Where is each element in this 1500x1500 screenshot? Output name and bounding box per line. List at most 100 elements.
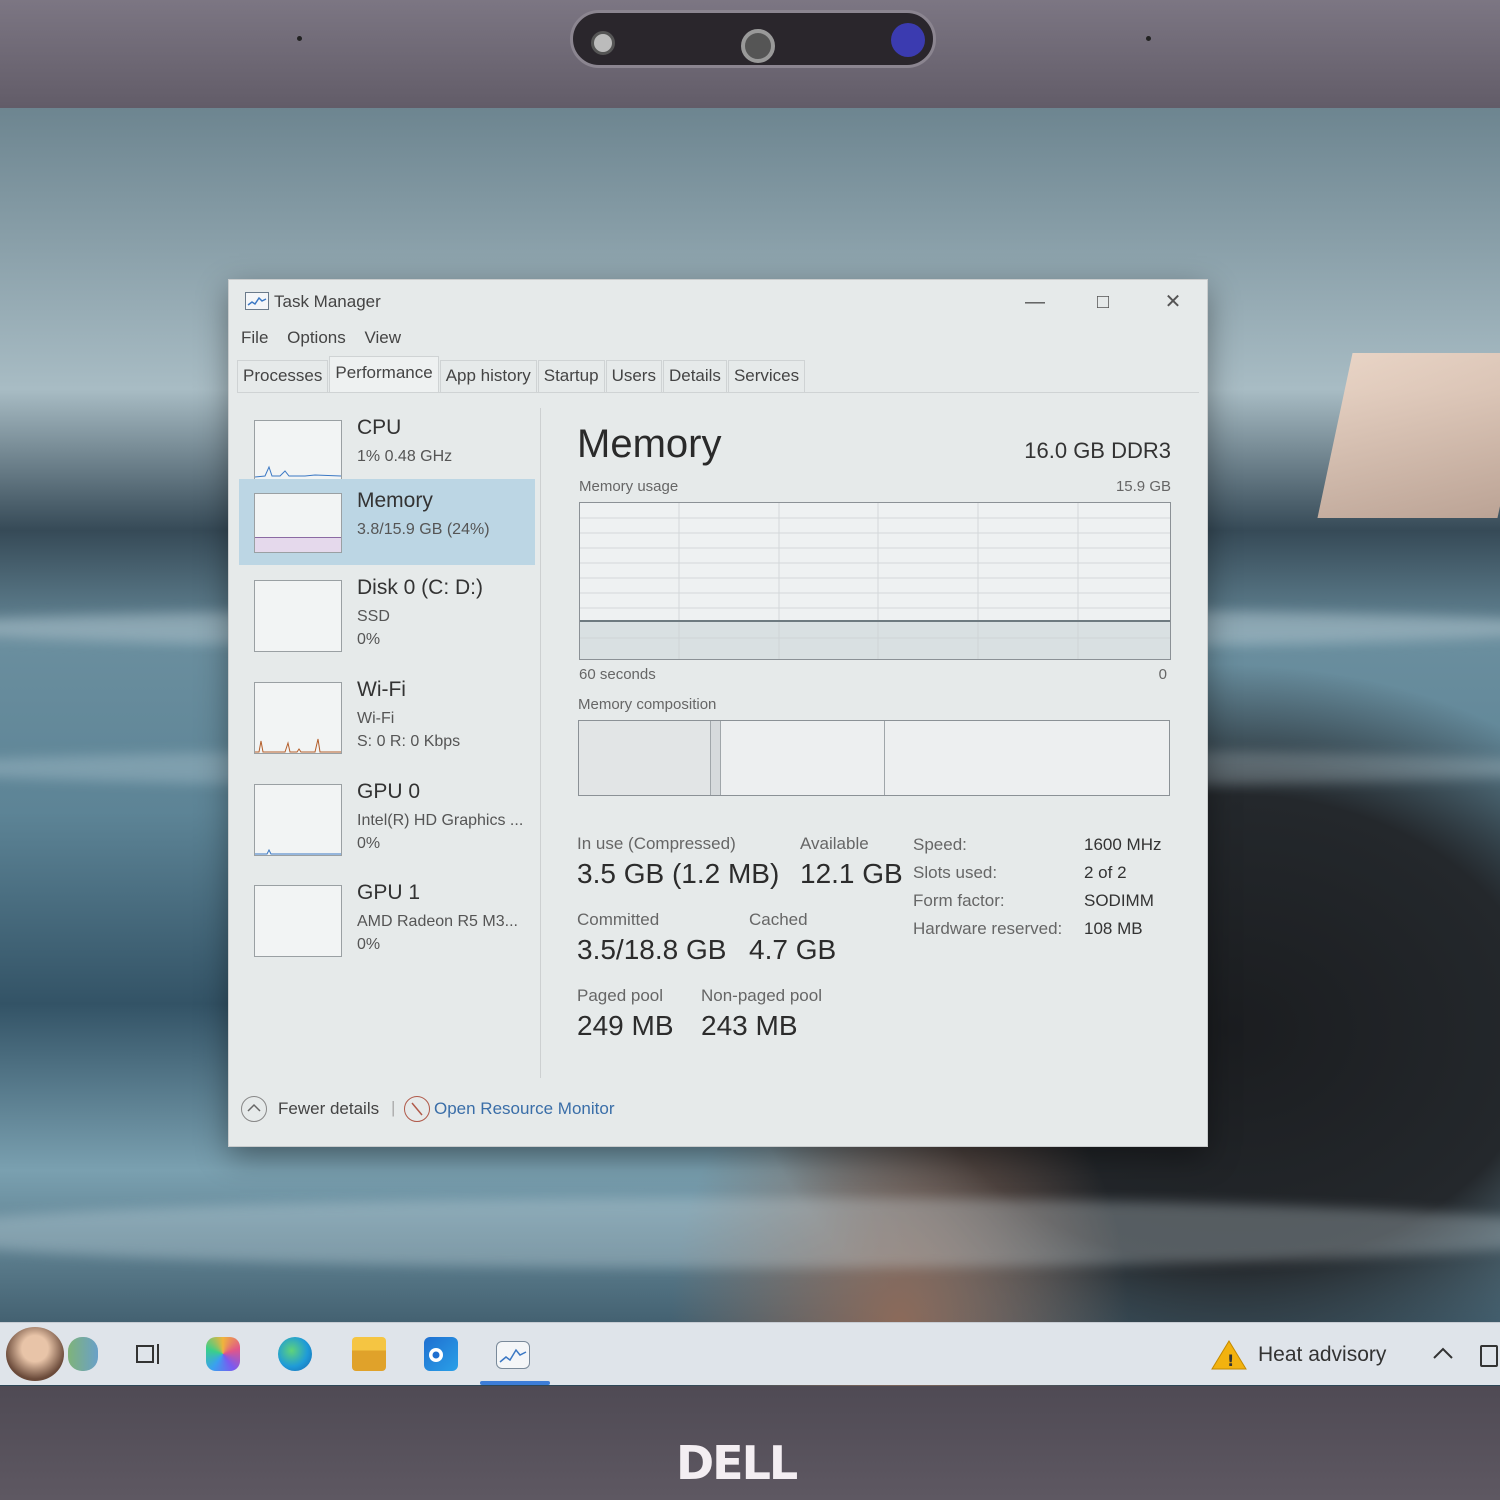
slots-value: 2 of 2 [1084, 863, 1127, 882]
tab-details[interactable]: Details [662, 360, 727, 392]
sidebar-item-label: Disk 0 (C: D:) [357, 576, 483, 599]
gpu1-thumbnail-graph [254, 885, 342, 957]
svg-text:!: ! [1227, 1351, 1234, 1370]
file-explorer-icon[interactable] [352, 1337, 386, 1371]
cpu-thumbnail-graph [254, 420, 342, 480]
sidebar-item-detail: 1% 0.48 GHz [357, 448, 453, 465]
resource-monitor-icon [404, 1096, 430, 1122]
memory-composition-bar [578, 720, 1170, 796]
composition-modified [711, 721, 721, 795]
speed-value: 1600 MHz [1084, 835, 1162, 854]
tab-services[interactable]: Services [727, 360, 806, 392]
weather-widget[interactable]: ! Heat advisory [1210, 1333, 1410, 1377]
tab-performance[interactable]: Performance [329, 356, 439, 392]
minimize-button[interactable]: — [1013, 286, 1057, 318]
task-view-icon[interactable] [132, 1337, 166, 1371]
page-title: Memory [577, 422, 722, 466]
sidebar-item-label: GPU 1 [357, 881, 421, 904]
title-bar[interactable]: Task Manager — □ ✕ [229, 280, 1207, 324]
sidebar-item-detail: Intel(R) HD Graphics ... [357, 812, 524, 829]
webcam-bar [570, 10, 936, 68]
bezel-dot [1146, 36, 1151, 41]
composition-standby [721, 721, 885, 795]
graph-time-left: 60 seconds [579, 666, 656, 683]
memory-usage-label: Memory usage [579, 478, 679, 495]
taskbar: ! Heat advisory [0, 1322, 1500, 1385]
camera-indicator-icon [891, 23, 925, 57]
cached-value: 4.7 GB [749, 934, 837, 965]
sidebar-item-throughput: S: 0 R: 0 Kbps [357, 733, 461, 750]
sidebar-item-label: GPU 0 [357, 780, 421, 803]
memory-spec: 16.0 GB DDR3 [1024, 438, 1171, 463]
speed-key: Speed: [913, 835, 967, 854]
non-paged-pool-value: 243 MB [701, 1010, 798, 1041]
fewer-details-label: Fewer details [278, 1099, 380, 1118]
paged-pool-label: Paged pool [577, 986, 664, 1005]
maximize-button[interactable]: □ [1081, 286, 1125, 318]
battery-icon[interactable] [1480, 1345, 1498, 1367]
task-manager-icon[interactable] [496, 1341, 530, 1369]
graph-time-right: 0 [1158, 666, 1167, 683]
sidebar-item-label: Wi-Fi [357, 678, 406, 701]
warning-icon: ! [1211, 1340, 1247, 1370]
window-title: Task Manager [274, 292, 381, 311]
in-use-label: In use (Compressed) [577, 834, 736, 853]
sidebar-item-memory[interactable]: Memory 3.8/15.9 GB (24%) [239, 479, 535, 565]
active-app-indicator [480, 1381, 550, 1385]
committed-value: 3.5/18.8 GB [577, 934, 727, 965]
sidebar-item-detail: AMD Radeon R5 M3... [357, 913, 518, 930]
committed-label: Committed [577, 910, 660, 929]
copilot-icon[interactable] [206, 1337, 240, 1371]
tab-users[interactable]: Users [605, 360, 662, 392]
open-resource-monitor-link[interactable]: Open Resource Monitor [404, 1096, 634, 1124]
sidebar-item-wifi[interactable]: Wi-Fi Wi-Fi S: 0 R: 0 Kbps [239, 668, 535, 754]
menu-file[interactable]: File [241, 328, 268, 347]
memory-thumbnail-fill [255, 537, 341, 552]
composition-in-use [579, 721, 711, 795]
form-factor-key: Form factor: [913, 891, 1005, 910]
widgets-icon[interactable] [68, 1337, 98, 1371]
sidebar-item-percent: 0% [357, 631, 381, 648]
bezel-dot [297, 36, 302, 41]
close-button[interactable]: ✕ [1151, 286, 1195, 318]
screen-glare [1317, 353, 1500, 518]
widgets-icon[interactable] [6, 1327, 64, 1381]
menu-bar: File Options View [241, 328, 415, 352]
wifi-thumbnail-graph [254, 682, 342, 754]
camera-sensor-icon [591, 31, 615, 55]
available-label: Available [800, 834, 869, 853]
sidebar-item-label: Memory [357, 489, 433, 512]
sidebar-item-gpu-0[interactable]: GPU 0 Intel(R) HD Graphics ... 0% [239, 770, 535, 856]
outlook-icon[interactable] [424, 1337, 458, 1371]
desktop-screen: Task Manager — □ ✕ File Options View Pro… [0, 108, 1500, 1388]
sidebar-item-percent: 0% [357, 835, 381, 852]
slots-key: Slots used: [913, 863, 998, 882]
tab-processes[interactable]: Processes [237, 360, 329, 392]
tab-app-history[interactable]: App history [439, 360, 537, 392]
menu-options[interactable]: Options [287, 328, 346, 347]
task-manager-window: Task Manager — □ ✕ File Options View Pro… [229, 280, 1207, 1146]
open-resource-monitor-label: Open Resource Monitor [434, 1099, 615, 1118]
edge-icon[interactable] [278, 1337, 312, 1371]
task-manager-icon [245, 292, 269, 310]
memory-thumbnail-graph [254, 493, 342, 553]
composition-free [885, 721, 1169, 795]
camera-lens-icon [741, 29, 775, 63]
tab-startup[interactable]: Startup [537, 360, 605, 392]
hardware-reserved-key: Hardware reserved: [913, 919, 1063, 938]
sidebar-item-label: CPU [357, 416, 402, 439]
menu-view[interactable]: View [364, 328, 401, 347]
brand-logo: DELL [676, 1436, 798, 1490]
available-value: 12.1 GB [800, 858, 903, 889]
chevron-up-icon [241, 1096, 267, 1122]
laptop-bezel-top [0, 0, 1500, 108]
hardware-reserved-value: 108 MB [1084, 919, 1143, 938]
sidebar-item-disk[interactable]: Disk 0 (C: D:) SSD 0% [239, 566, 535, 652]
wallpaper-wave [0, 1198, 1500, 1268]
memory-usage-fill [580, 619, 1170, 659]
sidebar-item-gpu-1[interactable]: GPU 1 AMD Radeon R5 M3... 0% [239, 871, 535, 957]
fewer-details-button[interactable]: Fewer details [241, 1096, 391, 1124]
sidebar-item-detail: 3.8/15.9 GB (24%) [357, 521, 490, 538]
tab-divider [237, 392, 1199, 393]
chevron-up-icon[interactable] [1430, 1343, 1456, 1365]
